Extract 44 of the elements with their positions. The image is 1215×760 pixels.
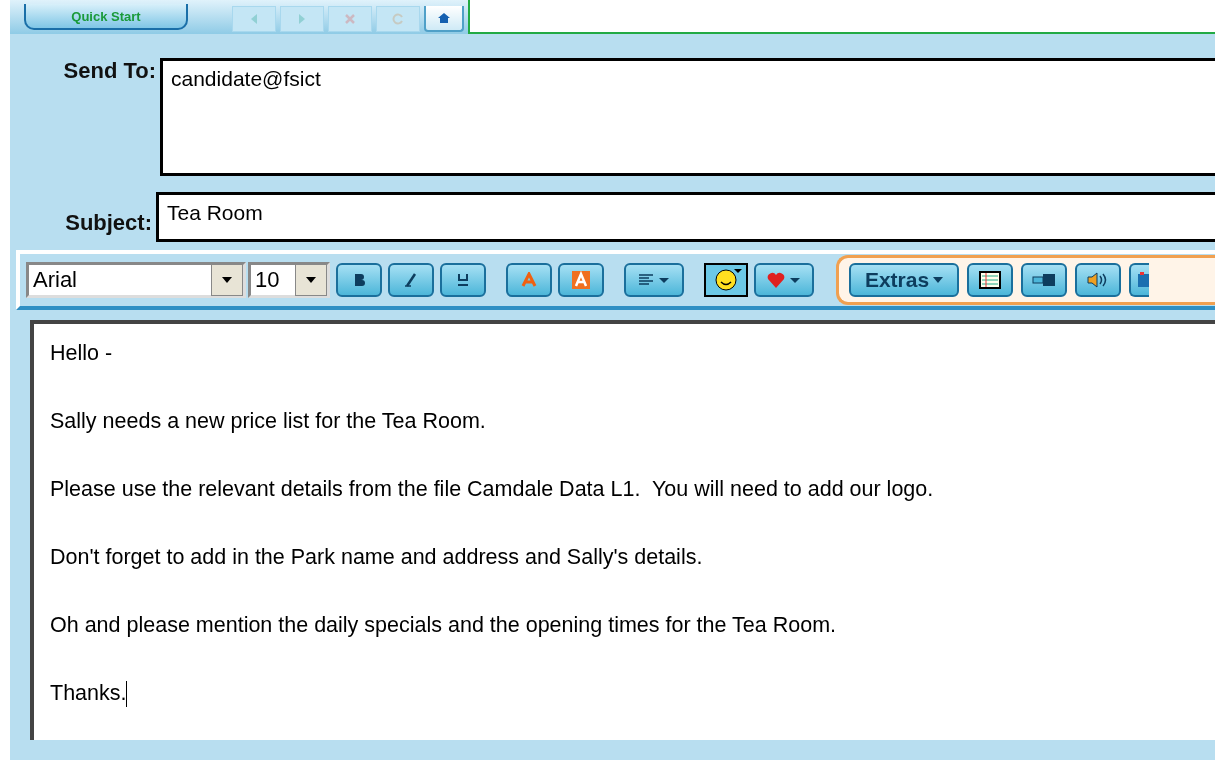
message-line: Please use the relevant details from the file Camdale Data L1. You will need to add our logo. xyxy=(50,476,935,503)
align-button[interactable] xyxy=(624,263,684,297)
camera-button[interactable] xyxy=(1129,263,1149,297)
message-body[interactable] xyxy=(30,320,1215,740)
sound-button[interactable] xyxy=(1075,263,1121,297)
italic-icon xyxy=(403,272,419,288)
message-line: Hello - xyxy=(50,340,114,367)
close-icon xyxy=(344,13,356,25)
refresh-icon xyxy=(392,13,404,25)
home-icon xyxy=(437,12,451,24)
letter-a-icon xyxy=(521,272,537,288)
message-line: Don't forget to add in the Park name and address and Sally's details. xyxy=(50,544,704,571)
underline-icon xyxy=(455,272,471,288)
font-dropdown[interactable]: Arial xyxy=(26,262,246,298)
plug-icon xyxy=(1031,272,1057,288)
align-left-icon xyxy=(638,273,670,287)
caret-icon xyxy=(933,277,944,283)
message-line: Sally needs a new price list for the Tea Room. xyxy=(50,408,487,435)
camera-icon xyxy=(1135,271,1149,289)
list-button[interactable] xyxy=(967,263,1013,297)
text-color-button[interactable] xyxy=(506,263,552,297)
smiley-button[interactable] xyxy=(704,263,748,297)
heart-button[interactable] xyxy=(754,263,814,297)
bold-button[interactable] xyxy=(336,263,382,297)
caret-icon xyxy=(222,277,232,283)
right-arrow-icon xyxy=(297,13,307,25)
message-line: Thanks. xyxy=(50,680,1199,708)
italic-button[interactable] xyxy=(388,263,434,297)
send-to-label: Send To: xyxy=(62,58,157,84)
home-button[interactable] xyxy=(424,6,464,32)
subject-field[interactable]: Tea Room xyxy=(156,192,1215,242)
heart-icon xyxy=(766,271,802,289)
send-to-field[interactable]: candidate@fsict xyxy=(160,58,1215,176)
message-line: Oh and please mention the daily specials and the opening times for the Tea Room. xyxy=(50,612,838,639)
left-arrow-icon xyxy=(249,13,259,25)
subject-label: Subject: xyxy=(64,209,153,236)
highlight-icon xyxy=(572,271,590,289)
highlight-button[interactable] xyxy=(558,263,604,297)
tool-button[interactable] xyxy=(1021,263,1067,297)
underline-button[interactable] xyxy=(440,263,486,297)
extras-button[interactable]: Extras xyxy=(849,263,959,297)
lined-paper-icon xyxy=(979,271,1001,289)
caret-icon xyxy=(306,277,316,283)
font-size-dropdown[interactable]: 10 xyxy=(248,262,330,298)
